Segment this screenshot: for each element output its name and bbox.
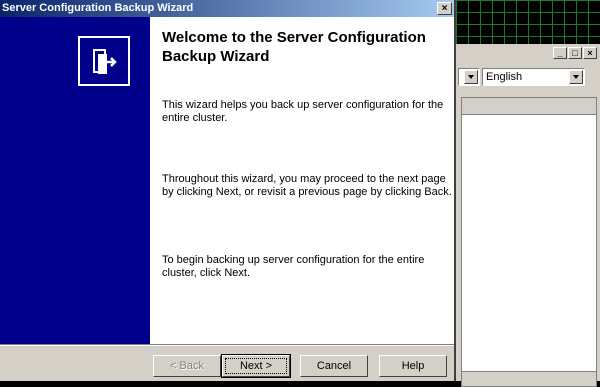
back-button[interactable]: < Back [153, 355, 221, 377]
minimize-button[interactable]: _ [553, 47, 567, 59]
wizard-side-panel [0, 17, 150, 344]
background-window-titlebar: _ □ × [456, 44, 600, 62]
welcome-heading: Welcome to the Server Configuration Back… [162, 29, 426, 65]
chevron-down-icon[interactable] [464, 70, 478, 84]
wizard-content: Welcome to the Server Configuration Back… [150, 17, 454, 344]
intro-paragraph: This wizard helps you back up server con… [162, 99, 444, 124]
help-button[interactable]: Help [379, 355, 447, 377]
cancel-button[interactable]: Cancel [300, 355, 368, 377]
dialog-title: Server Configuration Backup Wizard [2, 2, 194, 14]
next-button-label: Next > [225, 358, 287, 374]
background-combo-1[interactable] [458, 68, 480, 86]
next-button[interactable]: Next > [221, 354, 291, 378]
button-separator [0, 344, 454, 346]
dialog-titlebar[interactable]: Server Configuration Backup Wizard × [0, 0, 454, 17]
language-combo[interactable]: English [482, 68, 585, 86]
list-header [462, 98, 596, 115]
close-button[interactable]: × [583, 47, 597, 59]
close-icon[interactable]: × [437, 2, 452, 15]
background-window: _ □ × English [455, 44, 600, 387]
background-grid [456, 0, 600, 48]
begin-paragraph: To begin backing up server configuration… [162, 254, 425, 279]
backup-wizard-icon [78, 36, 130, 86]
horizontal-scrollbar[interactable] [462, 371, 596, 386]
chevron-down-icon[interactable] [569, 70, 583, 84]
navigation-paragraph: Throughout this wizard, you may proceed … [162, 173, 452, 198]
language-combo-value: English [486, 71, 523, 83]
wizard-dialog: Server Configuration Backup Wizard × Wel… [0, 0, 456, 381]
background-list[interactable] [461, 97, 597, 387]
maximize-button[interactable]: □ [568, 47, 582, 59]
